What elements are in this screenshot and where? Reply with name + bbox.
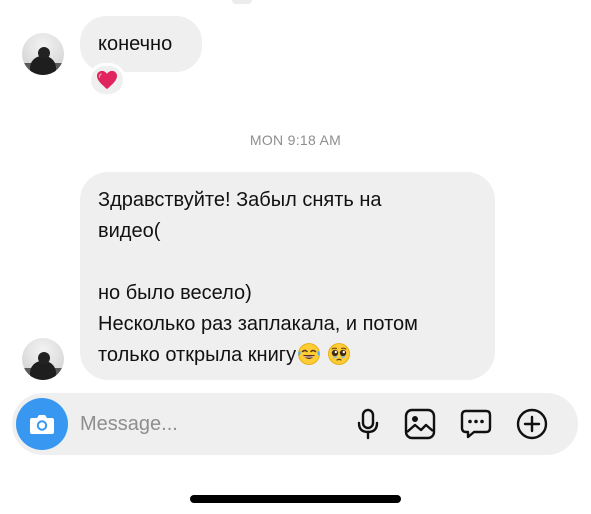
sender-avatar[interactable] [22,338,64,380]
message-text: конечно [98,33,173,55]
message-input[interactable] [80,410,330,438]
sender-avatar[interactable] [22,33,64,75]
message-line: но было весело) [98,282,252,304]
camera-button[interactable] [16,398,68,450]
top-edge-marker [232,0,252,4]
pleading-face-emoji-icon [328,343,350,365]
reaction-badge[interactable] [88,63,126,97]
sticker-button[interactable] [458,406,494,442]
message-text: только открыла книгу [98,344,297,366]
home-indicator[interactable] [190,495,401,503]
message-bubble[interactable]: Здравствуйте! Забыл снять на видео( но б… [80,172,495,380]
plus-button[interactable] [514,406,550,442]
message-line: видео( [98,220,161,242]
tears-of-joy-emoji-icon [298,343,320,365]
message-line-last: только открыла книгу [98,340,477,371]
sticker-icon [460,409,492,439]
message-line [98,247,477,278]
timestamp: MON 9:18 AM [249,132,342,148]
camera-icon [30,415,54,434]
message-composer [12,393,578,455]
microphone-button[interactable] [350,406,386,442]
message-line: Несколько раз заплакала, и потом [98,313,418,335]
gallery-button[interactable] [402,406,438,442]
plus-icon [516,408,548,440]
gallery-icon [404,408,436,440]
heart-emoji-icon [97,70,117,90]
message-line: Здравствуйте! Забыл снять на [98,189,382,211]
microphone-icon [357,408,379,440]
